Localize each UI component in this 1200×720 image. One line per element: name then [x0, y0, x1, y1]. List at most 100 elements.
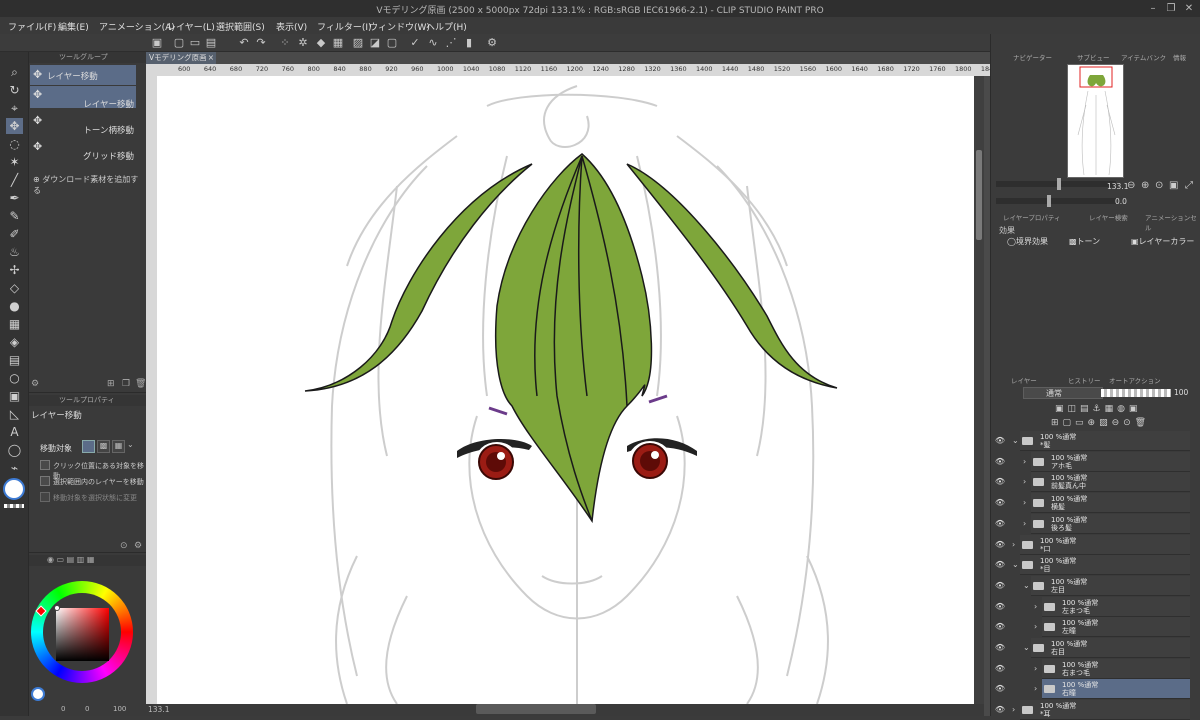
main-color-swatch[interactable]: [3, 478, 25, 500]
eye-icon[interactable]: 👁: [994, 535, 1006, 555]
tab-info[interactable]: 情報: [1173, 53, 1186, 64]
border-effect-button[interactable]: ◯境界効果: [1007, 236, 1048, 247]
copy-subtool-icon[interactable]: ❐: [122, 379, 130, 389]
rotate-slider[interactable]: [996, 198, 1116, 204]
close-tab-icon[interactable]: ×: [208, 52, 214, 64]
current-color-swatch[interactable]: [31, 687, 45, 701]
zoom-in-icon[interactable]: ⊕: [1141, 180, 1149, 191]
move-icon[interactable]: ✥: [6, 118, 23, 134]
crop-icon[interactable]: ◪: [368, 36, 382, 50]
chevron-down-icon[interactable]: ⌄: [1012, 560, 1019, 569]
minimize-icon[interactable]: –: [1146, 2, 1160, 15]
chevron-down-icon[interactable]: ⌄: [1023, 643, 1030, 652]
eye-icon[interactable]: 👁: [994, 514, 1006, 534]
target-tone-toggle[interactable]: ▩: [97, 440, 110, 453]
frame-icon[interactable]: ▦: [6, 316, 23, 332]
tab-subview[interactable]: サブビュー: [1077, 53, 1110, 64]
opacity-slider[interactable]: [1101, 389, 1171, 397]
menu-filter[interactable]: フィルター(I): [317, 20, 372, 33]
tab-animation-cel[interactable]: アニメーションセル: [1145, 212, 1200, 232]
menu-window[interactable]: ウィンドウ(W): [369, 20, 430, 33]
navigator-thumbnail[interactable]: [1067, 64, 1124, 178]
pen-correction-icon[interactable]: ✓: [408, 36, 422, 50]
airbrush-icon[interactable]: ♨: [6, 244, 23, 260]
blend-icon[interactable]: ●: [6, 298, 23, 314]
eye-icon[interactable]: 👁: [994, 493, 1006, 513]
chevron-right-icon[interactable]: ›: [1012, 705, 1015, 714]
transform-icon[interactable]: ▨: [351, 36, 365, 50]
select-all-icon[interactable]: ▦: [331, 36, 345, 50]
new-subtool-icon[interactable]: ⊞: [107, 379, 115, 389]
tab-navigator[interactable]: ナビゲーター: [1013, 53, 1052, 64]
tool-reset-icon[interactable]: ⊙: [120, 541, 128, 551]
color-panel-tabs[interactable]: ◉ ▭ ▤ ▥ ▦: [29, 555, 146, 566]
eraser-icon[interactable]: ◇: [6, 280, 23, 296]
option-checkbox-selection[interactable]: [40, 476, 50, 486]
ruler-tool-icon[interactable]: ◺: [6, 406, 23, 422]
chevron-down-icon[interactable]: ⌄: [1012, 436, 1019, 445]
settings-icon[interactable]: ⚙: [485, 36, 499, 50]
app-icon[interactable]: ▣: [150, 36, 164, 50]
subtool-item-layer-move-top[interactable]: ✥ レイヤー移動: [30, 65, 136, 85]
add-material-link[interactable]: ⊕ ダウンロード素材を追加する: [33, 174, 146, 196]
tab-layer-property[interactable]: レイヤープロパティ: [1003, 212, 1061, 222]
target-grid-toggle[interactable]: ▦: [112, 440, 125, 453]
tab-itembank[interactable]: アイテムバンク: [1121, 53, 1166, 64]
actual-size-icon[interactable]: ▣: [1169, 180, 1178, 191]
lasso-icon[interactable]: ◌: [6, 136, 23, 152]
rotate-icon[interactable]: ↻: [6, 82, 23, 98]
chevron-right-icon[interactable]: ›: [1023, 477, 1026, 486]
canvas-paper[interactable]: [157, 76, 974, 704]
gradient-icon[interactable]: ▤: [6, 352, 23, 368]
panel-icon[interactable]: ▣: [6, 388, 23, 404]
subtool-item-grid-move[interactable]: ✥ グリッド移動: [30, 138, 136, 162]
zoom-slider-handle[interactable]: [1057, 178, 1061, 190]
tone-button[interactable]: ▩トーン: [1069, 236, 1100, 247]
chevron-right-icon[interactable]: ›: [1023, 519, 1026, 528]
chevron-right-icon[interactable]: ›: [1034, 684, 1037, 693]
redo-icon[interactable]: ↷: [254, 36, 268, 50]
chevron-right-icon[interactable]: ›: [1023, 457, 1026, 466]
ruler-icon[interactable]: ▮: [462, 36, 476, 50]
menu-animation[interactable]: アニメーション(A): [99, 20, 175, 33]
menu-file[interactable]: ファイル(F): [8, 20, 56, 33]
zoom-out-icon[interactable]: ⊖: [1127, 180, 1135, 191]
chevron-right-icon[interactable]: ›: [1034, 622, 1037, 631]
subtool-settings-icon[interactable]: ⚙: [31, 379, 39, 389]
scroll-thumb[interactable]: [976, 150, 982, 240]
undo-icon[interactable]: ↶: [237, 36, 251, 50]
eye-icon[interactable]: 👁: [994, 452, 1006, 472]
eye-icon[interactable]: 👁: [994, 576, 1006, 596]
new-file-icon[interactable]: ▢: [172, 36, 186, 50]
eyedropper-icon[interactable]: ╱: [6, 172, 23, 188]
transparent-color-swatch[interactable]: [4, 504, 24, 508]
magic-wand-icon[interactable]: ✶: [6, 154, 23, 170]
delete-subtool-icon[interactable]: 🗑: [135, 379, 146, 389]
subtool-item-layer-move[interactable]: ✥ レイヤー移動: [30, 86, 136, 110]
decoration-icon[interactable]: ✢: [6, 262, 23, 278]
menu-layer[interactable]: レイヤー(L): [167, 20, 215, 33]
eye-icon[interactable]: 👁: [994, 638, 1006, 658]
correct-line-icon[interactable]: ⌁: [6, 460, 23, 476]
fill-icon[interactable]: ◆: [314, 36, 328, 50]
tool-settings-icon[interactable]: ⚙: [134, 541, 142, 551]
zoom-icon[interactable]: ⌕: [6, 64, 23, 80]
menu-view[interactable]: 表示(V): [276, 20, 307, 33]
document-tab[interactable]: Vモデリング原画 ×: [146, 52, 216, 64]
option-checkbox-click[interactable]: [40, 460, 50, 470]
eye-icon[interactable]: 👁: [994, 617, 1006, 637]
maximize-icon[interactable]: ❐: [1164, 2, 1178, 15]
chevron-down-icon[interactable]: ⌄: [1023, 581, 1030, 590]
save-icon[interactable]: ▤: [204, 36, 218, 50]
open-file-icon[interactable]: ▭: [188, 36, 202, 50]
brush-icon[interactable]: ✐: [6, 226, 23, 242]
option-checkbox-select-state[interactable]: [40, 492, 50, 502]
stabilizer-icon[interactable]: ∿: [426, 36, 440, 50]
eye-icon[interactable]: 👁: [994, 659, 1006, 679]
layer-ops-toolbar[interactable]: ⊞▢▭⊕▨⊖⊙🗑: [1001, 418, 1196, 432]
chevron-right-icon[interactable]: ›: [1012, 540, 1015, 549]
menu-edit[interactable]: 編集(E): [58, 20, 89, 33]
chevron-right-icon[interactable]: ›: [1023, 498, 1026, 507]
tab-layer-search[interactable]: レイヤー検索: [1089, 212, 1128, 222]
chevron-down-icon[interactable]: ⌄: [127, 440, 137, 453]
